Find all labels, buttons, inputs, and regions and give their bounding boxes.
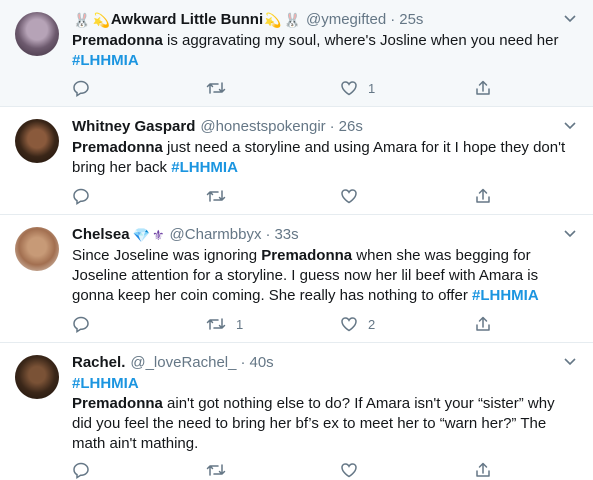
avatar[interactable] xyxy=(15,12,59,56)
hashtag-link[interactable]: #LHHMIA xyxy=(171,159,238,176)
reply-icon xyxy=(72,315,90,333)
tweet[interactable]: Chelsea 💎 ⚜ @Charmbbyx · 33s Since Josel… xyxy=(0,215,593,343)
share-icon xyxy=(474,461,492,479)
hashtag-link[interactable]: #LHHMIA xyxy=(72,52,139,69)
tweet-text: Since Joseline was ignoring Premadonna w… xyxy=(72,246,577,306)
tweet[interactable]: 🐰 💫 Awkward Little Bunni 💫 🐰 @ymegifted … xyxy=(0,0,593,107)
share-button[interactable] xyxy=(474,186,492,206)
retweet-icon xyxy=(206,461,226,479)
avatar[interactable] xyxy=(15,227,59,271)
avatar[interactable] xyxy=(15,119,59,163)
separator-dot: · xyxy=(329,118,335,135)
bold-keyword: Premadonna xyxy=(72,139,163,156)
bold-keyword: Premadonna xyxy=(72,32,163,49)
reply-button[interactable] xyxy=(72,78,100,98)
reply-icon xyxy=(72,187,90,205)
reply-button[interactable] xyxy=(72,314,100,334)
bold-keyword: Premadonna xyxy=(261,247,353,264)
hashtag-link[interactable]: #LHHMIA xyxy=(472,287,539,304)
retweet-button[interactable] xyxy=(206,78,236,98)
share-icon xyxy=(474,315,492,333)
tweet[interactable]: Rachel. @_loveRachel_ · 40s #LHHMIA Prem… xyxy=(0,343,593,480)
tweet-actions: 1 xyxy=(72,78,577,98)
display-name[interactable]: Chelsea xyxy=(72,225,130,245)
retweet-button[interactable] xyxy=(206,186,236,206)
separator-dot: · xyxy=(240,354,246,371)
retweet-icon xyxy=(206,187,226,205)
tweet-feed: 🐰 💫 Awkward Little Bunni 💫 🐰 @ymegifted … xyxy=(0,0,593,480)
display-name[interactable]: Rachel. xyxy=(72,353,125,373)
display-name[interactable]: Awkward Little Bunni xyxy=(111,10,263,30)
user-handle[interactable]: @_loveRachel_ xyxy=(130,353,236,373)
tweet-actions xyxy=(72,460,577,480)
retweet-button[interactable] xyxy=(206,460,236,480)
dizzy-star-emoji-icon: 💫 xyxy=(92,12,110,28)
tweet[interactable]: Whitney Gaspard @honestspokengir · 26s P… xyxy=(0,107,593,215)
tweet-header: Rachel. @_loveRachel_ · 40s xyxy=(72,353,559,373)
tweet-header: 🐰 💫 Awkward Little Bunni 💫 🐰 @ymegifted … xyxy=(72,10,559,30)
share-button[interactable] xyxy=(474,314,492,334)
separator-dot: · xyxy=(390,11,396,28)
retweet-count: 1 xyxy=(236,316,244,332)
tweet-text: Premadonna just need a storyline and usi… xyxy=(72,138,577,178)
tweet-text: Premadonna is aggravating my soul, where… xyxy=(72,31,577,71)
share-icon xyxy=(474,187,492,205)
tweet-text-body: is aggravating my soul, where's Josline … xyxy=(162,32,559,49)
caret-down-icon[interactable] xyxy=(561,227,579,241)
user-handle[interactable]: @Charmbbyx xyxy=(170,225,262,245)
timestamp[interactable]: 33s xyxy=(274,225,298,245)
tweet-actions xyxy=(72,186,577,206)
like-count: 1 xyxy=(368,80,376,96)
tweet-text-prefix: Since Joseline was ignoring xyxy=(72,247,262,264)
share-button[interactable] xyxy=(474,78,492,98)
tweet-text: #LHHMIA Premadonna ain't got nothing els… xyxy=(72,374,577,454)
share-button[interactable] xyxy=(474,460,492,480)
fleur-de-lis-emoji-icon: ⚜ xyxy=(151,227,165,243)
caret-down-icon[interactable] xyxy=(561,355,579,369)
retweet-icon xyxy=(206,315,226,333)
bold-keyword: Premadonna xyxy=(72,395,163,412)
like-button[interactable]: 1 xyxy=(340,78,375,98)
like-button[interactable]: 2 xyxy=(340,314,375,334)
like-button[interactable] xyxy=(340,186,368,206)
user-handle[interactable]: @ymegifted xyxy=(306,10,386,30)
like-icon xyxy=(340,315,358,333)
tweet-header: Chelsea 💎 ⚜ @Charmbbyx · 33s xyxy=(72,225,559,245)
timestamp[interactable]: 26s xyxy=(339,117,363,137)
like-icon xyxy=(340,79,358,97)
display-name[interactable]: Whitney Gaspard xyxy=(72,117,195,137)
timestamp[interactable]: 25s xyxy=(399,10,423,30)
reply-button[interactable] xyxy=(72,460,100,480)
like-button[interactable] xyxy=(340,460,368,480)
user-handle[interactable]: @honestspokengir xyxy=(200,117,325,137)
tweet-actions: 1 2 xyxy=(72,314,577,334)
retweet-button[interactable]: 1 xyxy=(206,314,243,334)
tweet-header: Whitney Gaspard @honestspokengir · 26s xyxy=(72,117,559,137)
reply-icon xyxy=(72,461,90,479)
like-icon xyxy=(340,187,358,205)
reply-button[interactable] xyxy=(72,186,100,206)
like-icon xyxy=(340,461,358,479)
rabbit-emoji-icon: 🐰 xyxy=(283,12,301,28)
timestamp[interactable]: 40s xyxy=(249,353,273,373)
diamond-emoji-icon: 💎 xyxy=(132,227,150,243)
separator-dot: · xyxy=(265,226,271,243)
hashtag-link[interactable]: #LHHMIA xyxy=(72,374,577,394)
rabbit-emoji-icon: 🐰 xyxy=(73,12,91,28)
share-icon xyxy=(474,79,492,97)
like-count: 2 xyxy=(368,316,376,332)
caret-down-icon[interactable] xyxy=(561,12,579,26)
reply-icon xyxy=(72,79,90,97)
retweet-icon xyxy=(206,79,226,97)
avatar[interactable] xyxy=(15,355,59,399)
caret-down-icon[interactable] xyxy=(561,119,579,133)
dizzy-star-emoji-icon: 💫 xyxy=(264,12,282,28)
